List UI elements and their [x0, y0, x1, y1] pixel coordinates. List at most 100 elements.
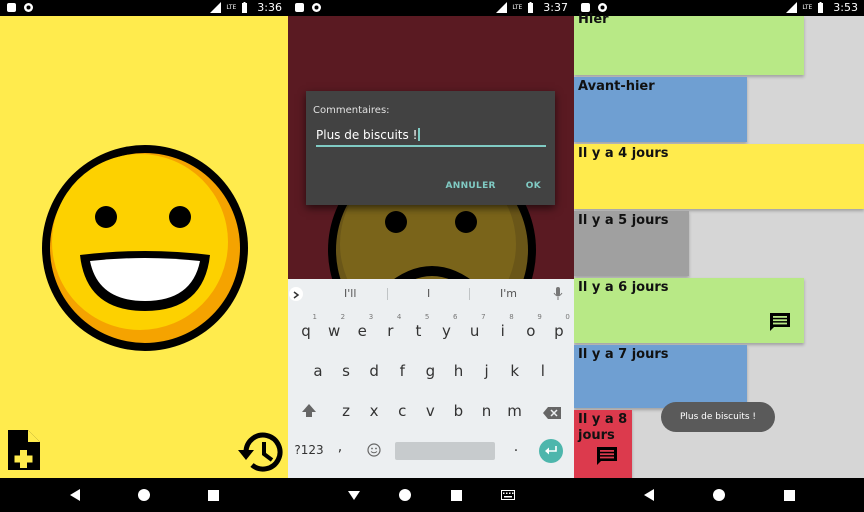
symbols-key[interactable]: ?123	[294, 443, 324, 457]
key-hint-number: 0	[565, 313, 570, 321]
network-type: LTE	[226, 4, 237, 11]
letter-key[interactable]: f	[389, 362, 415, 380]
sync-icon	[23, 2, 34, 13]
letter-key[interactable]: z	[333, 402, 359, 420]
divider	[387, 288, 388, 300]
microphone-icon[interactable]	[553, 286, 563, 305]
backspace-key-icon[interactable]	[543, 404, 561, 423]
letter-key[interactable]: c	[389, 402, 415, 420]
soft-keyboard: I'll I I'm q1w2e3r4t5y6u7i8o9p0 asdfghjk…	[288, 279, 574, 478]
back-down-icon[interactable]	[347, 488, 361, 502]
network-type: LTE	[802, 4, 813, 11]
key-hint-number: 8	[509, 313, 514, 321]
recents-icon[interactable]	[782, 488, 796, 502]
note-add-icon[interactable]	[6, 428, 42, 472]
key-hint-number: 7	[481, 313, 486, 321]
key-label: q	[301, 322, 311, 340]
letter-key[interactable]: x	[361, 402, 387, 420]
letter-key[interactable]: s	[333, 362, 359, 380]
day-entry[interactable]: Avant-hier	[574, 77, 747, 142]
sync-icon	[311, 2, 322, 13]
ok-button[interactable]: OK	[526, 181, 541, 191]
key-label: r	[387, 322, 394, 340]
key-hint-number: 1	[312, 313, 317, 321]
history-icon[interactable]	[238, 431, 284, 473]
letter-key[interactable]: b	[445, 402, 471, 420]
emoji-key-icon[interactable]	[367, 442, 381, 461]
letter-key[interactable]: k	[502, 362, 528, 380]
comment-input[interactable]: Plus de biscuits !	[316, 127, 546, 147]
divider	[469, 288, 470, 300]
day-label: Il y a 6 jours	[578, 280, 669, 295]
day-label: Avant-hier	[578, 79, 655, 94]
cancel-button[interactable]: ANNULER	[446, 181, 496, 191]
key-label: e	[357, 322, 367, 340]
letter-key[interactable]: y6	[434, 313, 460, 340]
day-label: Il y a 8 jours	[578, 412, 628, 443]
home-icon[interactable]	[398, 488, 412, 502]
status-bar: LTE 3:37	[288, 0, 574, 16]
letter-key[interactable]: g	[417, 362, 443, 380]
letter-key[interactable]: w2	[321, 313, 347, 340]
letter-key[interactable]: u7	[462, 313, 488, 340]
navigation-bar	[0, 478, 288, 512]
letter-key[interactable]: i8	[490, 313, 516, 340]
keyboard-switch-icon[interactable]	[501, 488, 516, 502]
enter-key[interactable]	[539, 439, 563, 463]
space-key[interactable]	[395, 442, 495, 460]
key-label: o	[526, 322, 536, 340]
battery-icon	[527, 2, 538, 13]
letter-key[interactable]: n	[474, 402, 500, 420]
notification-icon	[6, 2, 17, 13]
letter-key[interactable]: t5	[405, 313, 431, 340]
day-label: Il y a 7 jours	[578, 347, 669, 362]
day-entry[interactable]: Il y a 8 jours	[574, 410, 632, 478]
letter-key[interactable]: a	[305, 362, 331, 380]
back-icon[interactable]	[642, 488, 656, 502]
signal-icon	[786, 2, 798, 13]
letter-key[interactable]: h	[446, 362, 472, 380]
shift-key-icon[interactable]	[301, 403, 317, 423]
key-hint-number: 9	[537, 313, 542, 321]
day-entry[interactable]: Il y a 5 jours	[574, 211, 689, 276]
home-icon[interactable]	[712, 488, 726, 502]
comment-icon[interactable]	[596, 446, 618, 466]
chevron-right-icon[interactable]	[289, 287, 303, 301]
day-label: Il y a 5 jours	[578, 213, 669, 228]
suggestion-item[interactable]: I	[427, 287, 430, 300]
day-entry[interactable]: Il y a 6 jours	[574, 278, 804, 343]
letter-key[interactable]: m	[502, 402, 528, 420]
navigation-bar	[288, 478, 574, 512]
letter-key[interactable]: v	[417, 402, 443, 420]
comment-dialog-screen: LTE 3:37 Commentaires: Plus de biscuits …	[288, 0, 574, 512]
recents-icon[interactable]	[450, 488, 464, 502]
letter-key[interactable]: l	[530, 362, 556, 380]
day-label: Il y a 4 jours	[578, 146, 669, 161]
period-key[interactable]: .	[508, 439, 524, 455]
clock: 3:37	[543, 1, 568, 14]
letter-key[interactable]: o9	[518, 313, 544, 340]
laughing-smiley-icon[interactable]	[36, 139, 254, 357]
comma-key[interactable]: ,	[332, 439, 348, 455]
back-icon[interactable]	[68, 488, 82, 502]
home-icon[interactable]	[137, 488, 151, 502]
letter-key[interactable]: r4	[377, 313, 403, 340]
day-entry[interactable]: Il y a 7 jours	[574, 345, 747, 408]
recents-icon[interactable]	[206, 488, 220, 502]
key-label: w	[327, 322, 341, 340]
letter-key[interactable]: e3	[349, 313, 375, 340]
letter-key[interactable]: d	[361, 362, 387, 380]
letter-key[interactable]: j	[474, 362, 500, 380]
status-bar: LTE 3:53	[574, 0, 864, 16]
day-entry[interactable]: Il y a 4 jours	[574, 144, 864, 209]
suggestion-item[interactable]: I'm	[500, 287, 517, 300]
letter-key[interactable]: q1	[293, 313, 319, 340]
key-hint-number: 4	[396, 313, 402, 321]
day-entry[interactable]: Hier	[574, 12, 804, 75]
suggestion-strip: I'll I I'm	[288, 279, 574, 309]
mood-picker-screen: LTE 3:36	[0, 0, 288, 512]
comment-icon[interactable]	[769, 312, 791, 332]
suggestion-item[interactable]: I'll	[344, 287, 356, 300]
status-bar: LTE 3:36	[0, 0, 288, 16]
letter-key[interactable]: p0	[546, 313, 572, 340]
